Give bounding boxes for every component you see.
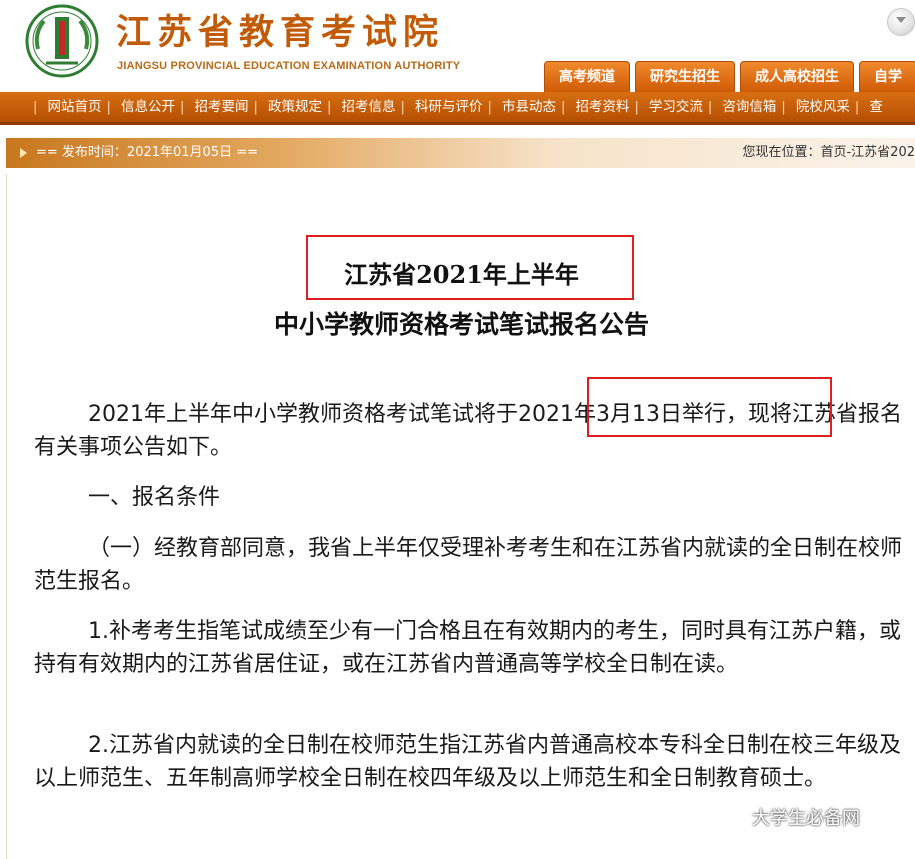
publish-time: == 发布时间：2021年01月05日 == xyxy=(36,145,259,160)
nav-item-news[interactable]: 招考要闻 xyxy=(190,92,254,122)
site-name-cn[interactable]: 江苏省教育考试院 xyxy=(116,12,444,54)
paragraph-condition-retake: 1.补考考生指笔试成绩至少有一门合格且在有效期内的考生，同时具有江苏户籍，或持有… xyxy=(34,619,901,677)
nav-item-home[interactable]: 网站首页 xyxy=(43,92,107,122)
tab-graduate[interactable]: 研究生招生 xyxy=(635,61,735,92)
nav-item-colleges[interactable]: 院校风采 xyxy=(791,92,855,122)
arrow-right-icon xyxy=(20,148,27,158)
wechat-icon xyxy=(724,808,747,826)
nav-item-research[interactable]: 科研与评价 xyxy=(410,92,488,122)
nav-item-materials[interactable]: 招考资料 xyxy=(570,92,634,122)
tab-gaokao[interactable]: 高考频道 xyxy=(544,61,630,92)
watermark: 大学生必备网 xyxy=(724,805,860,833)
paragraph-condition-student: 2.江苏省内就读的全日制在校师范生指江苏省内普通高校本专科全日制在校三年级及以上… xyxy=(34,733,901,791)
breadcrumb[interactable]: 您现在位置：首页-江苏省202 xyxy=(742,138,915,168)
scroll-up-button[interactable] xyxy=(887,8,915,36)
nav-item-exam-info[interactable]: 招考信息 xyxy=(336,92,400,122)
article-title-line2: 中小学教师资格考试笔试报名公告 xyxy=(273,310,649,339)
nav-item-city[interactable]: 市县动态 xyxy=(497,92,561,122)
site-name-en: JIANGSU PROVINCIAL EDUCATION EXAMINATION… xyxy=(117,60,461,72)
article-content: 江苏省2021年上半年 中小学教师资格考试笔试报名公告 2021年上半年中小学教… xyxy=(6,174,915,859)
nav-item-policy[interactable]: 政策规定 xyxy=(263,92,327,122)
nav-item-search[interactable]: 查 xyxy=(864,92,888,122)
nav-item-exchange[interactable]: 学习交流 xyxy=(644,92,708,122)
tab-adult[interactable]: 成人高校招生 xyxy=(740,61,854,92)
nav-item-mailbox[interactable]: 咨询信箱 xyxy=(717,92,781,122)
title-highlight-box xyxy=(306,235,634,300)
main-nav: | 网站首页 | 信息公开 | 招考要闻 | 政策规定 | 招考信息 | 科研与评价 | 市… xyxy=(0,92,915,125)
site-header: 江苏省教育考试院 JIANGSU PROVINCIAL EDUCATION EX… xyxy=(0,0,915,92)
info-bar: == 发布时间：2021年01月05日 == 您现在位置：首页-江苏省202 xyxy=(6,138,915,168)
date-highlight-box xyxy=(587,377,832,437)
chevron-down-icon xyxy=(896,17,906,23)
section-heading: 一、报名条件 xyxy=(88,485,221,510)
channel-tabs: 高考频道 研究生招生 成人高校招生 自学 xyxy=(544,61,915,92)
nav-item-info-public[interactable]: 信息公开 xyxy=(116,92,180,122)
tab-self-study[interactable]: 自学 xyxy=(859,61,915,92)
intro-text-before: 2021年上半年中小学教师资格考试笔试将于 xyxy=(88,402,518,427)
paragraph-condition-1: （一）经教育部同意，我省上半年仅受理补考考生和在江苏省内就读的全日制在校师范生报… xyxy=(34,536,903,594)
watermark-text: 大学生必备网 xyxy=(752,808,860,829)
site-logo-icon[interactable] xyxy=(24,3,100,79)
